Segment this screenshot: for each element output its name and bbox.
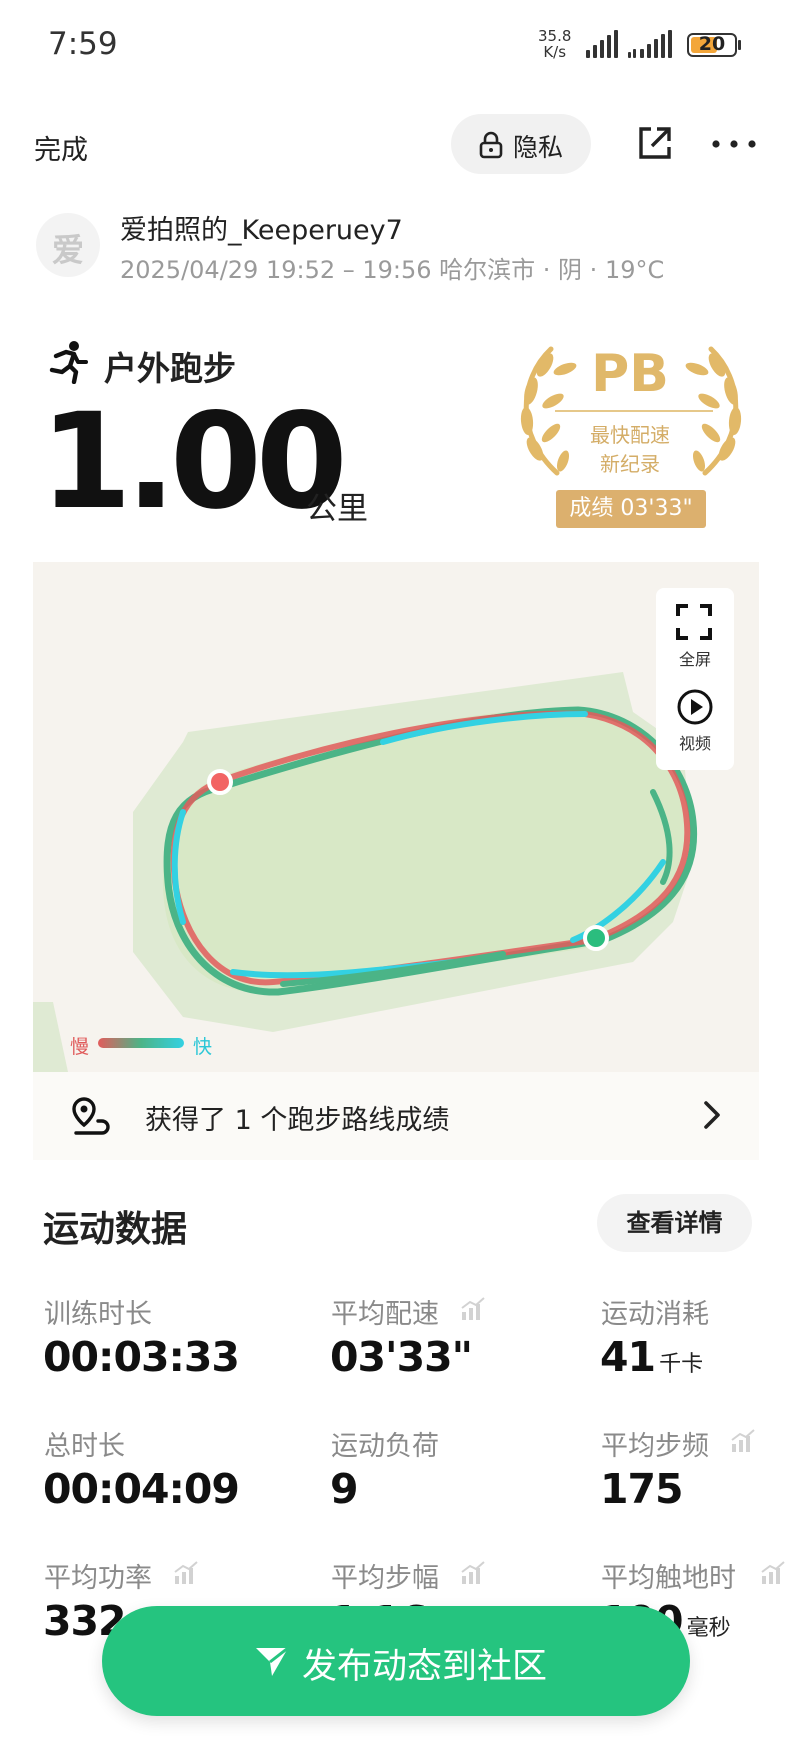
stat-value: 00:04:09 [43, 1465, 240, 1513]
share-icon[interactable] [637, 125, 673, 161]
running-icon [49, 341, 88, 384]
username: 爱拍照的_Keeperuey7 [120, 215, 403, 246]
trend-chart-icon[interactable] [460, 1560, 486, 1584]
avatar[interactable]: 爱 [36, 213, 100, 277]
send-icon [256, 1646, 289, 1676]
fullscreen-label[interactable]: 全屏 [656, 646, 734, 670]
network-speed-value: 35.8 [538, 27, 572, 45]
stat-label: 平均步幅 [331, 1563, 439, 1594]
pb-score: 成绩 03'33" [556, 490, 706, 528]
trend-chart-icon[interactable] [460, 1296, 486, 1320]
stat-label: 平均功率 [44, 1563, 152, 1594]
stat-label: 总时长 [44, 1431, 125, 1462]
network-speed-unit: K/s [543, 43, 567, 61]
trend-chart-icon[interactable] [173, 1560, 199, 1584]
stat-label: 平均步频 [601, 1431, 709, 1462]
battery-level: 20 [698, 33, 726, 55]
stat-number: 41 [600, 1333, 656, 1381]
pb-subtitle-2: 新纪录 [600, 452, 660, 476]
start-marker [207, 769, 233, 795]
trend-chart-icon[interactable] [760, 1560, 786, 1584]
activity-meta: 2025/04/29 19:52 – 19:56 哈尔滨市 · 阴 · 19°C [120, 256, 665, 284]
distance-unit: 公里 [306, 491, 368, 527]
fullscreen-icon[interactable] [676, 604, 712, 640]
signal-icon [586, 30, 620, 58]
network-speed: 35.8 K/s [538, 28, 571, 60]
route-map-canvas [33, 672, 698, 1072]
trend-chart-icon[interactable] [730, 1428, 756, 1452]
legend-fast: 快 [193, 1036, 213, 1058]
pb-subtitle-1: 最快配速 [590, 423, 670, 447]
lock-icon [479, 131, 503, 159]
map-controls: 全屏 视频 [656, 588, 734, 770]
stat-unit: 千卡 [659, 1352, 704, 1377]
activity-type: 户外跑步 [104, 349, 236, 388]
publish-label: 发布动态到社区 [302, 1647, 548, 1687]
speed-legend-bar [98, 1038, 184, 1048]
legend-slow: 慢 [70, 1036, 90, 1058]
end-marker [583, 925, 609, 951]
stat-label: 平均配速 [331, 1299, 439, 1330]
view-details-button[interactable]: 查看详情 [597, 1194, 752, 1252]
play-video-icon[interactable] [676, 688, 714, 726]
stat-value: 175 [600, 1465, 684, 1513]
stat-label: 运动消耗 [601, 1299, 709, 1330]
stat-label: 运动负荷 [331, 1431, 439, 1462]
pb-divider [555, 410, 713, 412]
stat-value: 03'33" [330, 1333, 473, 1381]
stat-unit: 毫秒 [686, 1616, 731, 1641]
route-achievement-text[interactable]: 获得了 1 个跑步路线成绩 [145, 1098, 449, 1137]
status-time: 7:59 [48, 26, 118, 62]
chevron-right-icon[interactable] [703, 1100, 721, 1130]
route-pin-icon [72, 1097, 110, 1135]
stat-label: 平均触地时 [601, 1563, 736, 1594]
video-label[interactable]: 视频 [656, 730, 734, 754]
pb-badge-title: PB [591, 344, 669, 404]
route-map[interactable] [33, 562, 759, 1072]
section-title: 运动数据 [43, 1209, 188, 1250]
publish-to-community-button[interactable]: 发布动态到社区 [102, 1606, 690, 1716]
privacy-button[interactable]: 隐私 [451, 114, 591, 174]
stat-label: 训练时长 [44, 1299, 152, 1330]
done-button[interactable]: 完成 [34, 128, 88, 167]
privacy-label: 隐私 [513, 133, 564, 162]
distance-value: 1.00 [40, 385, 348, 539]
battery-icon: 20 [687, 33, 737, 57]
battery-nub [738, 40, 741, 50]
avatar-initial: 爱 [51, 231, 84, 269]
signal-icon-secondary [628, 30, 676, 58]
stat-value: 9 [330, 1465, 359, 1513]
stat-value: 41 千卡 [600, 1333, 703, 1381]
stat-value: 00:03:33 [43, 1333, 240, 1381]
more-icon[interactable] [712, 140, 756, 148]
